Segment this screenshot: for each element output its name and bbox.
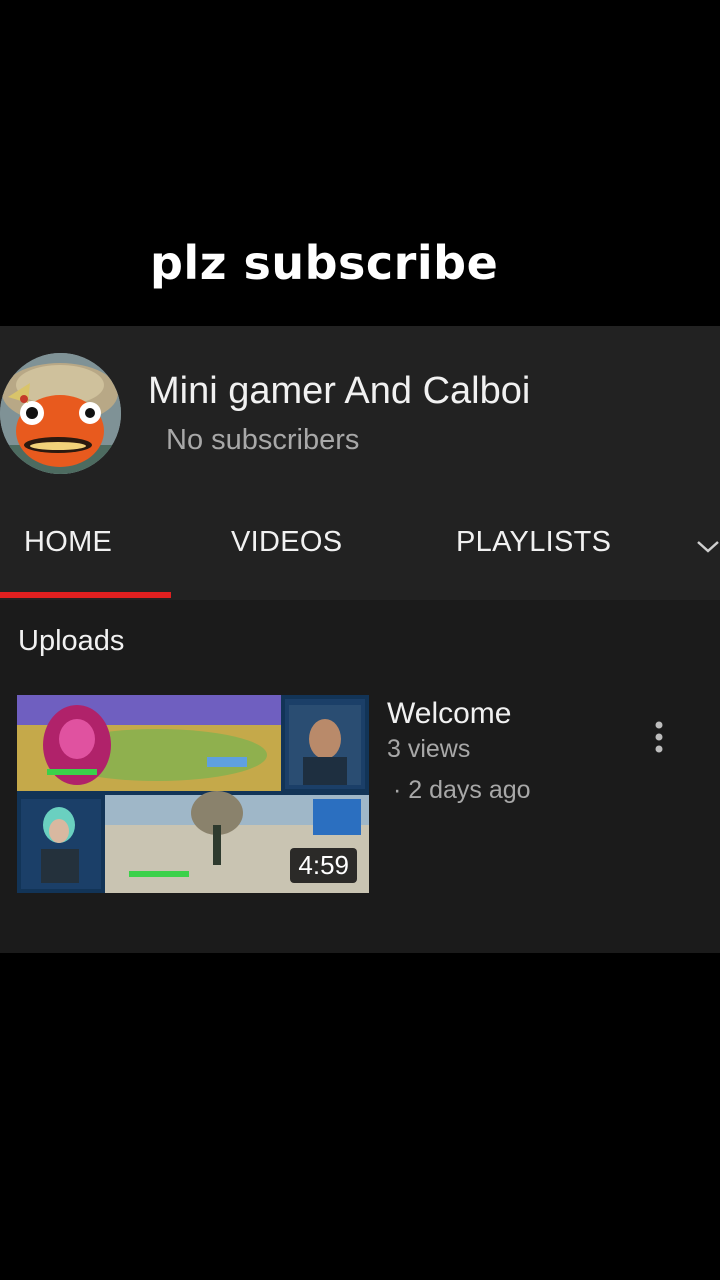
tab-playlists[interactable]: PLAYLISTS xyxy=(456,526,611,559)
channel-page: Mini gamer And Calboi No subscribers HOM… xyxy=(0,326,720,953)
video-thumbnail[interactable]: 4:59 xyxy=(17,695,369,893)
tab-home[interactable]: HOME xyxy=(24,526,112,559)
video-age: · 2 days ago xyxy=(393,776,531,804)
uploads-section-title: Uploads xyxy=(18,625,125,657)
subscriber-count: No subscribers xyxy=(166,424,360,456)
video-duration: 4:59 xyxy=(290,848,357,883)
video-views: 3 views xyxy=(387,735,471,763)
channel-avatar[interactable] xyxy=(0,353,121,474)
more-vert-icon xyxy=(655,721,663,753)
channel-header: Mini gamer And Calboi No subscribers HOM… xyxy=(0,326,720,600)
fishstick-avatar-icon xyxy=(0,353,121,474)
overlay-caption: plz subscribe xyxy=(150,236,499,290)
tab-videos[interactable]: VIDEOS xyxy=(231,526,342,559)
chevron-down-icon xyxy=(697,541,719,553)
video-title[interactable]: Welcome xyxy=(387,697,511,731)
channel-name: Mini gamer And Calboi xyxy=(148,370,531,412)
video-list-item[interactable]: 4:59 Welcome 3 views · 2 days ago xyxy=(17,695,720,895)
video-menu-button[interactable] xyxy=(649,719,669,759)
active-tab-indicator xyxy=(0,592,171,598)
screen: plz subscribe Mini gamer And Calboi No s… xyxy=(0,0,720,1280)
tabs-more-button[interactable] xyxy=(696,534,720,558)
